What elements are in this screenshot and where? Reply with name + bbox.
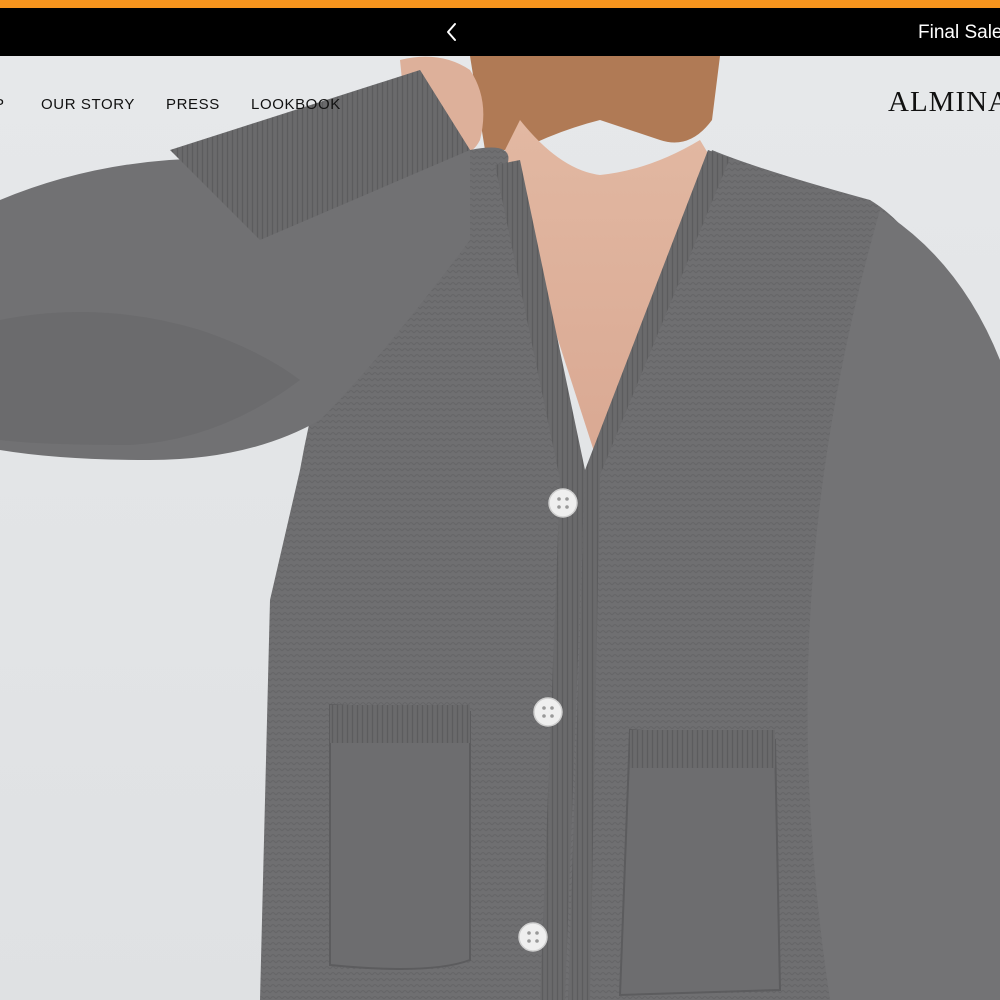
nav-item-lookbook[interactable]: LOOKBOOK: [251, 96, 341, 113]
brand-logo[interactable]: ALMINA: [888, 86, 1000, 119]
announcement-prev-button[interactable]: [440, 20, 464, 44]
hero-image: [0, 56, 1000, 1000]
nav-item-our-story[interactable]: OUR STORY: [41, 96, 135, 113]
nav-item-press[interactable]: PRESS: [166, 96, 220, 113]
main-navigation: P OUR STORY PRESS LOOKBOOK ALMINA: [0, 56, 1000, 152]
nav-item-shop[interactable]: P: [0, 96, 5, 113]
announcement-bar: Final Sale: [0, 8, 1000, 56]
top-accent-strip: [0, 0, 1000, 8]
model-cardigan-photo: [0, 56, 1000, 1000]
chevron-left-icon: [447, 23, 456, 41]
announcement-text[interactable]: Final Sale: [918, 22, 1000, 44]
